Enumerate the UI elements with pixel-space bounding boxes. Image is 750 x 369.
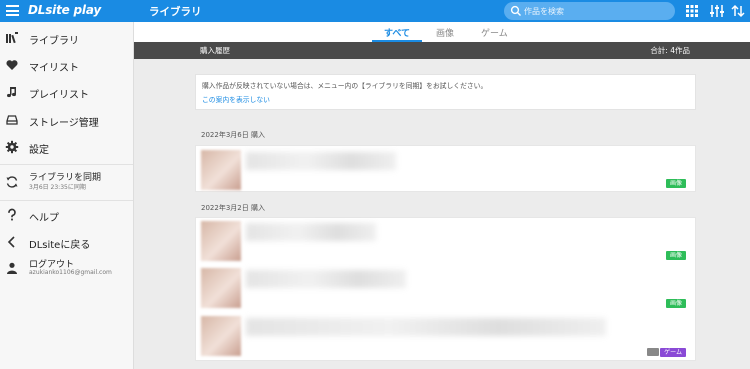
total-count: 合計: 4作品 (650, 46, 690, 55)
menu-icon[interactable] (6, 5, 19, 16)
divider (0, 164, 133, 165)
tab-bar: すべて 画像 ゲーム (134, 22, 750, 42)
sidebar-item-storage[interactable]: ストレージ管理 (0, 106, 134, 134)
work-card[interactable]: 画像 (195, 145, 696, 192)
tab-images[interactable]: 画像 (436, 26, 454, 39)
sync-icon (6, 176, 18, 188)
sidebar-item-library[interactable]: ライブラリ (0, 24, 134, 52)
category-badge: 画像 (665, 299, 686, 308)
sidebar-item-label: 設定 (29, 145, 49, 156)
sidebar-item-label: DLsiteに戻る (29, 240, 91, 251)
history-title: 購入履歴 (200, 46, 230, 55)
work-thumbnail (201, 150, 241, 190)
sidebar-item-sync[interactable]: ライブラリを同期 3月6日 23:35に同期 (0, 168, 134, 198)
work-title (246, 270, 406, 288)
sidebar-item-settings[interactable]: 設定 (0, 133, 134, 161)
sort-icon[interactable] (730, 3, 746, 19)
dismiss-notice-link[interactable]: この案内を表示しない (202, 94, 270, 104)
grid-icon[interactable] (684, 3, 700, 19)
work-card-group: 画像 画像 ゲーム (195, 217, 696, 361)
music-note-icon (7, 87, 16, 98)
sidebar-item-label: ライブラリ (29, 36, 79, 47)
gear-icon (5, 140, 19, 154)
purchase-date-header: 2022年3月6日 購入 (201, 131, 265, 139)
sidebar-item-playlist[interactable]: プレイリスト (0, 78, 134, 106)
category-badge: 画像 (665, 179, 686, 188)
user-email: azukianko1106@gmail.com (29, 269, 112, 276)
work-title (246, 223, 376, 241)
chevron-left-icon (7, 236, 15, 248)
sync-time: 3月6日 23:35に同期 (29, 184, 86, 191)
top-bar: DLsite play ライブラリ (0, 0, 750, 22)
notice-message: 購入作品が反映されていない場合は、メニュー内の【ライブラリを同期】をお試しくださ… (202, 82, 488, 90)
search-icon (510, 5, 521, 16)
play-icon (647, 348, 659, 356)
user-icon (7, 262, 17, 274)
logo-area: DLsite play (0, 0, 134, 22)
storage-icon (6, 115, 18, 125)
heart-icon (6, 60, 18, 70)
library-icon (6, 32, 18, 44)
purchase-history-bar: 購入履歴 合計: 4作品 (134, 42, 750, 59)
sidebar-item-mylist[interactable]: マイリスト (0, 51, 134, 79)
work-title (246, 318, 606, 336)
search-input[interactable] (524, 4, 669, 18)
tab-all[interactable]: すべて (384, 26, 410, 39)
work-title (246, 152, 396, 170)
sidebar-item-label: プレイリスト (29, 90, 89, 101)
sidebar-item-help[interactable]: ヘルプ (0, 201, 134, 229)
sidebar-item-label: マイリスト (29, 63, 79, 74)
tab-games[interactable]: ゲーム (481, 26, 508, 39)
sidebar-item-back-to-dlsite[interactable]: DLsiteに戻る (0, 228, 134, 256)
page-title: ライブラリ (149, 6, 202, 18)
question-mark-icon (8, 208, 16, 221)
work-thumbnail (201, 221, 241, 261)
purchase-date-header: 2022年3月2日 購入 (201, 204, 265, 212)
sync-notice: 購入作品が反映されていない場合は、メニュー内の【ライブラリを同期】をお試しくださ… (195, 74, 696, 110)
category-badge: ゲーム (660, 348, 686, 357)
sidebar-item-logout[interactable]: ログアウト azukianko1106@gmail.com (0, 255, 134, 285)
app-logo[interactable]: DLsite play (28, 3, 101, 17)
filter-sliders-icon[interactable] (709, 3, 725, 19)
category-badge: 画像 (665, 251, 686, 260)
work-thumbnail (201, 268, 241, 308)
work-thumbnail (201, 316, 241, 356)
search-box[interactable] (504, 2, 675, 20)
sidebar: ライブラリ マイリスト プレイリスト ストレージ管理 設定 ライブラリを同期 3… (0, 22, 134, 369)
sidebar-item-label: ストレージ管理 (29, 118, 99, 129)
sidebar-item-label: ヘルプ (29, 213, 59, 224)
